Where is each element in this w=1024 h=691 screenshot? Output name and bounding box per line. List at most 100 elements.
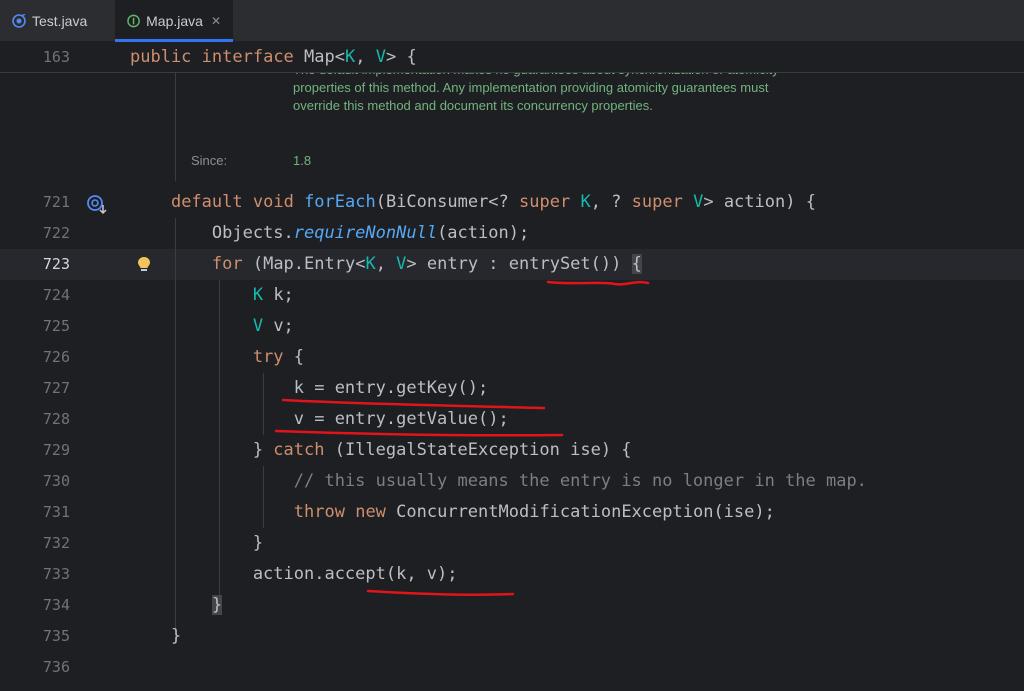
interface-icon	[127, 14, 140, 28]
code-line: action.accept(k, v);	[130, 559, 458, 590]
code-line: }	[130, 621, 181, 652]
code-token: action.accept(k, v);	[130, 564, 458, 584]
code-token: , ?	[590, 192, 632, 212]
line-number: 734	[42, 596, 70, 614]
code-token: (IllegalStateException ise) {	[324, 440, 632, 460]
line-number: 723	[42, 255, 70, 273]
code-token: V	[396, 254, 407, 274]
line-number: 722	[42, 224, 70, 242]
code-token: try	[252, 347, 284, 367]
code-token: v;	[263, 316, 294, 336]
line-number: 163	[42, 48, 70, 66]
code-token: }	[130, 626, 182, 646]
tab-test-java[interactable]: Test.java	[0, 0, 108, 42]
java-test-icon	[12, 14, 26, 28]
line-number: 733	[42, 565, 70, 583]
code-token: {	[283, 347, 305, 367]
code-token: (Map.Entry<	[242, 254, 366, 274]
line-number: 729	[42, 441, 70, 459]
code-token: }	[130, 533, 264, 553]
code-line: k = entry.getKey();	[130, 373, 488, 404]
code-token: > {	[385, 47, 417, 67]
code-token: void	[252, 192, 294, 212]
code-line: default void forEach(BiConsumer<? super …	[130, 187, 816, 218]
line-number: 727	[42, 379, 70, 397]
code-token: }	[130, 440, 274, 460]
javadoc-rendered: The default implementation makes no guar…	[175, 73, 795, 181]
code-token: ConcurrentModificationException(ise);	[385, 502, 775, 522]
code-token: // this usually means the entry is no lo…	[293, 471, 867, 491]
line-number: 730	[42, 472, 70, 490]
code-token: requireNonNull	[293, 223, 438, 243]
code-token: V	[693, 192, 704, 212]
code-token: > entry : entrySet())	[406, 254, 632, 274]
line-number: 726	[42, 348, 70, 366]
line-number: 732	[42, 534, 70, 552]
code-token: ,	[355, 47, 376, 67]
code-token: v = entry.getValue();	[130, 409, 509, 429]
code-token: V	[375, 47, 386, 67]
code-line: }	[130, 528, 263, 559]
code-token: (BiConsumer<?	[375, 192, 520, 212]
code-token: K	[344, 47, 356, 67]
code-token: super	[631, 192, 683, 212]
code-line: } catch (IllegalStateException ise) {	[130, 435, 632, 466]
code-token: K	[580, 192, 591, 212]
code-token: new	[355, 502, 386, 522]
code-line: Objects.requireNonNull(action);	[130, 218, 529, 249]
code-line: }	[130, 590, 223, 621]
code-token: }	[211, 595, 223, 615]
code-line: try {	[130, 342, 304, 373]
code-token: super	[519, 192, 571, 212]
code-token: throw	[293, 502, 345, 522]
code-line: for (Map.Entry<K, V> entry : entrySet())…	[130, 249, 642, 280]
javadoc-text: The default implementation makes no guar…	[293, 73, 779, 113]
code-editor[interactable]: The default implementation makes no guar…	[0, 42, 1024, 691]
code-token: (action);	[437, 223, 530, 243]
line-number: 724	[42, 286, 70, 304]
line-number: 731	[42, 503, 70, 521]
code-token: interface	[201, 47, 294, 67]
code-line: throw new ConcurrentModificationExceptio…	[130, 497, 775, 528]
editor-tab-bar: Test.java Map.java ✕	[0, 0, 1024, 42]
line-number: 736	[42, 658, 70, 676]
code-token: default	[170, 192, 243, 212]
code-line: v = entry.getValue();	[130, 404, 509, 435]
code-token: k;	[263, 285, 294, 305]
code-token: ,	[375, 254, 397, 274]
line-number: 725	[42, 317, 70, 335]
javadoc-since-value: 1.8	[293, 153, 312, 168]
code-token: {	[631, 254, 642, 274]
code-token: > action) {	[703, 192, 816, 212]
code-token: for	[211, 254, 243, 274]
sticky-scroll-header[interactable]: 163 public interface Map<K, V> {	[0, 42, 1024, 73]
line-number: 735	[42, 627, 70, 645]
code-token: K	[365, 254, 376, 274]
code-line: K k;	[130, 280, 294, 311]
code-line: V v;	[130, 311, 294, 342]
code-token: K	[252, 285, 264, 305]
tab-label: Map.java	[146, 13, 203, 29]
javadoc-since-label: Since:	[191, 153, 228, 168]
lightbulb-icon[interactable]	[136, 256, 152, 274]
tab-label: Test.java	[32, 13, 88, 29]
tab-map-java[interactable]: Map.java ✕	[115, 0, 233, 42]
implemented-method-icon[interactable]	[86, 194, 108, 216]
close-icon[interactable]: ✕	[211, 14, 221, 28]
sticky-code-line: public interface Map<K, V> {	[130, 42, 417, 73]
code-token: Map<	[293, 47, 345, 67]
line-number: 728	[42, 410, 70, 428]
code-token: forEach	[304, 192, 376, 212]
line-number: 721	[42, 193, 70, 211]
code-token: Objects.	[130, 223, 294, 243]
